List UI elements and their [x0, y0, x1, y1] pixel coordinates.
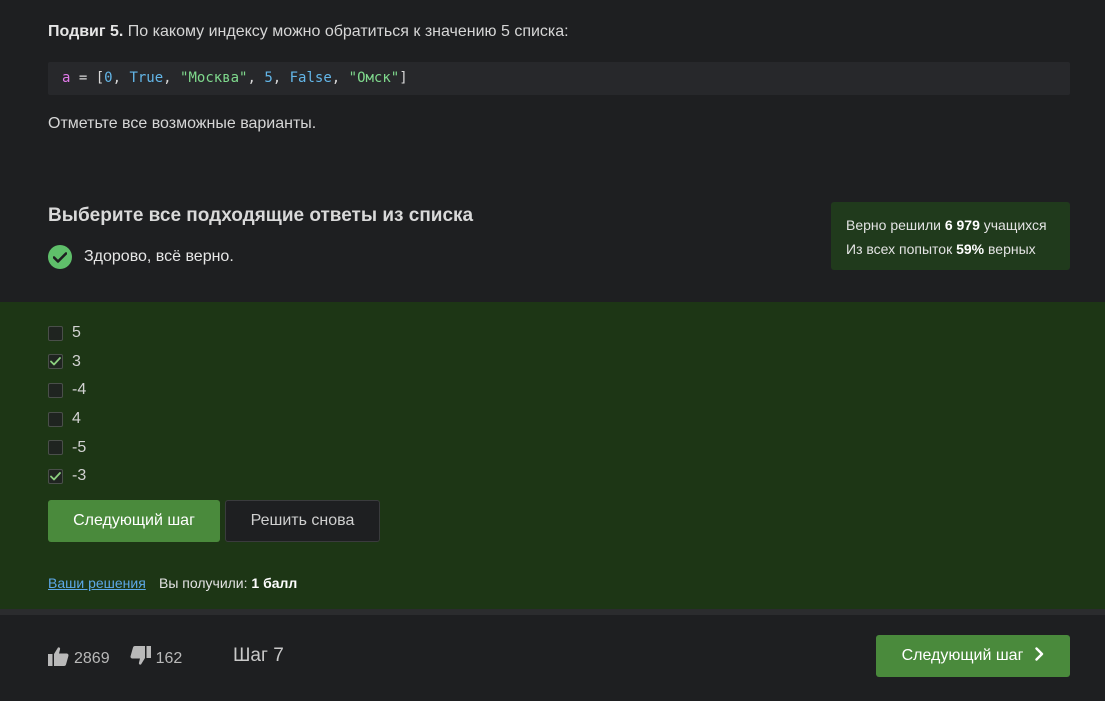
checkbox[interactable] [48, 411, 63, 427]
answers-section: 5 3 -4 4 -5 -3 Следующий шаг Решить снова Ваш… [0, 302, 1105, 609]
stats-attempts-value: 59% [956, 241, 985, 257]
likes-count: 2869 [74, 649, 110, 667]
checkbox-checked[interactable] [48, 354, 63, 370]
checkbox-checked[interactable] [48, 468, 63, 484]
question-text: Подвиг 5. По какому индексу можно обрати… [48, 23, 569, 41]
stats-solved-suffix: учащихся [979, 217, 1047, 233]
status-message: Здорово, всё верно. [48, 245, 234, 269]
stats-solved: Верно решили 6 979 учащихся [846, 213, 1055, 237]
footer-next-step-button[interactable]: Следующий шаг [876, 635, 1070, 677]
answer-option-label: -5 [72, 438, 87, 456]
footer-next-step-label: Следующий шаг [901, 647, 1024, 664]
question-section: Подвиг 5. По какому индексу можно обрати… [0, 0, 1105, 302]
retry-button[interactable]: Решить снова [225, 500, 380, 542]
code-item: "Москва" [180, 70, 248, 86]
code-eq: = [ [70, 70, 105, 86]
stats-solved-label: Верно решили [846, 217, 945, 233]
stats-attempts-label: Из всех попыток [846, 241, 957, 257]
answer-option-label: -4 [72, 381, 87, 399]
answer-option-label: -3 [72, 467, 87, 485]
stats-solved-value: 6 979 [944, 217, 980, 233]
thumbs-down-icon[interactable] [130, 646, 151, 671]
code-item: True [129, 70, 164, 86]
stats-attempts-suffix: верных [984, 241, 1036, 257]
question-body: По какому индексу можно обратиться к зна… [123, 23, 569, 40]
checkbox[interactable] [48, 382, 63, 398]
score-label: Вы получили: [159, 575, 252, 591]
score-text: Вы получили: 1 балл [159, 575, 297, 591]
answer-option[interactable]: -5 [48, 433, 86, 462]
question-label: Подвиг 5. [48, 23, 124, 40]
options-list: 5 3 -4 4 -5 -3 [48, 319, 86, 491]
score-value: 1 балл [251, 575, 298, 591]
code-item: False [289, 70, 332, 86]
next-step-button[interactable]: Следующий шаг [48, 500, 220, 542]
code-item: 0 [104, 70, 113, 86]
checkbox[interactable] [48, 440, 63, 456]
status-text: Здорово, всё верно. [84, 248, 234, 265]
answer-option[interactable]: 4 [48, 405, 86, 434]
solutions-link[interactable]: Ваши решения [48, 575, 146, 591]
checkbox[interactable] [48, 325, 63, 341]
success-check-icon [48, 245, 72, 269]
code-item: "Омск" [348, 70, 400, 86]
answer-option[interactable]: -3 [48, 462, 86, 491]
answer-option-label: 5 [72, 324, 81, 342]
stats-panel: Верно решили 6 979 учащихся Из всех попы… [831, 202, 1070, 270]
answer-option-label: 4 [72, 410, 81, 428]
chevron-right-icon [1035, 646, 1044, 666]
answer-option[interactable]: 3 [48, 348, 86, 377]
question-hint: Отметьте все возможные варианты. [48, 115, 317, 132]
answer-option[interactable]: 5 [48, 319, 86, 348]
footer-bar: 2869 162 Шаг 7 Следующий шаг [0, 615, 1105, 701]
answer-option-label: 3 [72, 352, 81, 370]
answer-option[interactable]: -4 [48, 376, 86, 405]
rating: 2869 162 [48, 646, 202, 671]
dislikes-count: 162 [155, 649, 183, 667]
code-close: ] [399, 70, 408, 86]
code-item: 5 [264, 70, 273, 86]
step-indicator: Шаг 7 [233, 645, 284, 666]
code-block: a = [0, True, "Москва", 5, False, "Омск"… [48, 62, 1070, 95]
stats-attempts: Из всех попыток 59% верных [846, 237, 1055, 261]
thumbs-up-icon[interactable] [48, 646, 69, 671]
task-title: Выберите все подходящие ответы из списка [48, 205, 474, 226]
